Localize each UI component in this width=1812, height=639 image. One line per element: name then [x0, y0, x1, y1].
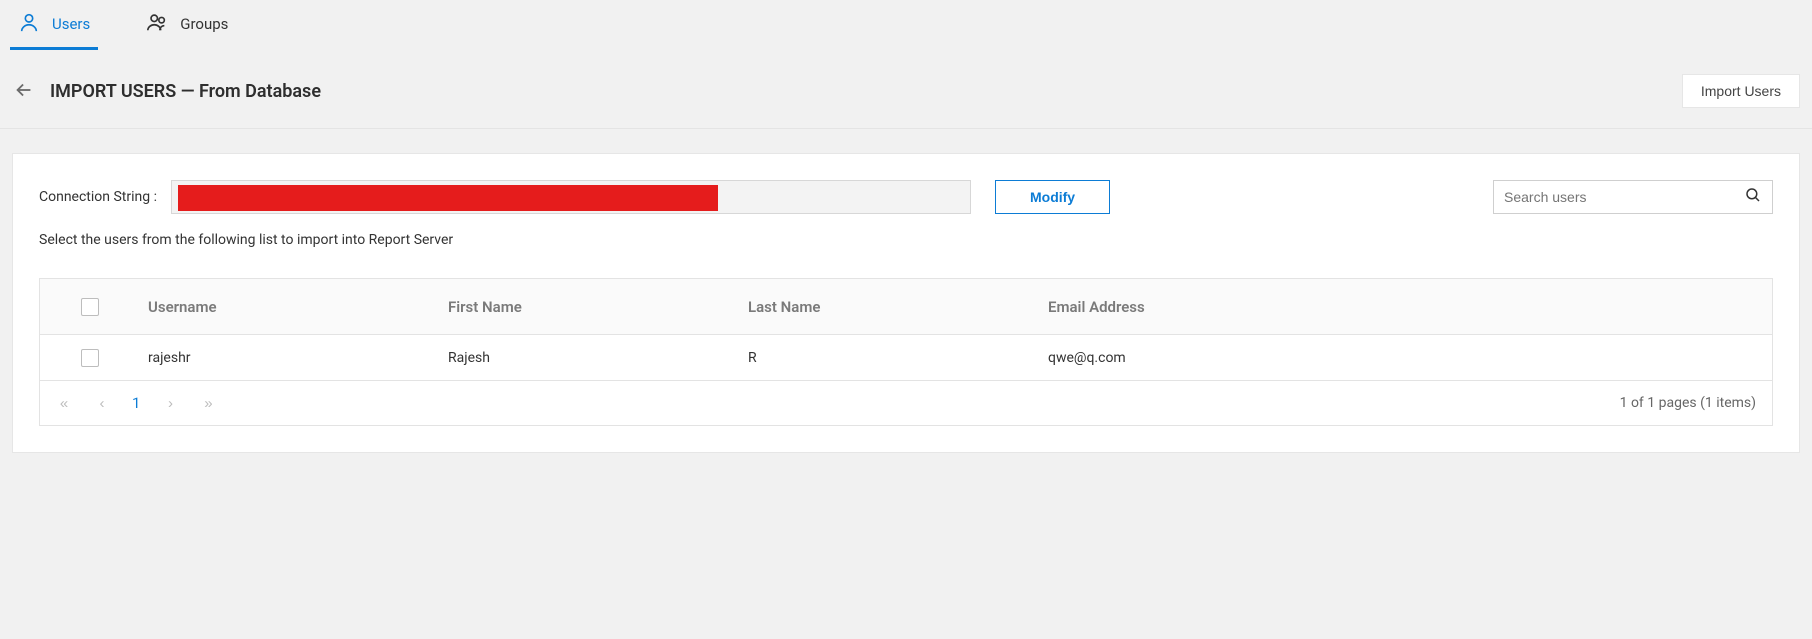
pager-last-button[interactable]: »: [200, 395, 216, 412]
pager-left: « ‹ 1 › »: [56, 394, 216, 412]
users-grid: Username First Name Last Name Email Addr…: [39, 278, 1773, 426]
main-panel: Connection String : Modify Select the us…: [12, 153, 1800, 453]
page-header: IMPORT USERS — From Database Import User…: [0, 48, 1812, 128]
pager: « ‹ 1 › » 1 of 1 pages (1 items): [40, 381, 1772, 425]
connection-string-redacted: [178, 185, 718, 211]
connection-string-field[interactable]: [171, 180, 971, 214]
pager-next-button[interactable]: ›: [162, 395, 178, 412]
col-email[interactable]: Email Address: [1040, 298, 1520, 316]
search-users-input[interactable]: [1504, 189, 1744, 205]
chevron-double-left-icon: «: [60, 395, 68, 412]
tabs-bar: Users Groups: [0, 0, 1812, 48]
group-icon: [146, 11, 168, 37]
tab-users[interactable]: Users: [10, 0, 98, 50]
chevron-double-right-icon: »: [204, 395, 212, 412]
col-username[interactable]: Username: [140, 298, 440, 316]
back-button[interactable]: [12, 79, 36, 103]
pager-summary: 1 of 1 pages (1 items): [1620, 395, 1756, 411]
cell-username: rajeshr: [140, 350, 440, 366]
select-all-checkbox[interactable]: [81, 298, 99, 316]
chevron-right-icon: ›: [168, 395, 173, 412]
page-title: IMPORT USERS — From Database: [50, 81, 321, 102]
search-users-wrap[interactable]: [1493, 180, 1773, 214]
arrow-left-icon: [13, 79, 35, 104]
tab-groups[interactable]: Groups: [138, 0, 236, 50]
instruction-text: Select the users from the following list…: [39, 232, 1773, 248]
header-left: IMPORT USERS — From Database: [12, 79, 321, 103]
row-checkbox[interactable]: [81, 349, 99, 367]
header-divider: [0, 128, 1812, 129]
cell-last-name: R: [740, 350, 1040, 366]
table-row[interactable]: rajeshr Rajesh R qwe@q.com: [40, 335, 1772, 381]
tab-groups-label: Groups: [180, 15, 228, 33]
chevron-left-icon: ‹: [100, 395, 105, 412]
pager-first-button[interactable]: «: [56, 395, 72, 412]
col-first-name[interactable]: First Name: [440, 298, 740, 316]
pager-current[interactable]: 1: [132, 394, 140, 412]
cell-email: qwe@q.com: [1040, 350, 1520, 366]
grid-header: Username First Name Last Name Email Addr…: [40, 279, 1772, 335]
connection-row: Connection String : Modify: [39, 180, 1773, 214]
search-icon: [1744, 186, 1762, 208]
modify-button[interactable]: Modify: [995, 180, 1110, 214]
import-users-button[interactable]: Import Users: [1682, 74, 1800, 108]
col-last-name[interactable]: Last Name: [740, 298, 1040, 316]
user-icon: [18, 11, 40, 37]
pager-prev-button[interactable]: ‹: [94, 395, 110, 412]
tab-users-label: Users: [52, 15, 90, 33]
cell-first-name: Rajesh: [440, 350, 740, 366]
connection-string-label: Connection String :: [39, 189, 157, 205]
